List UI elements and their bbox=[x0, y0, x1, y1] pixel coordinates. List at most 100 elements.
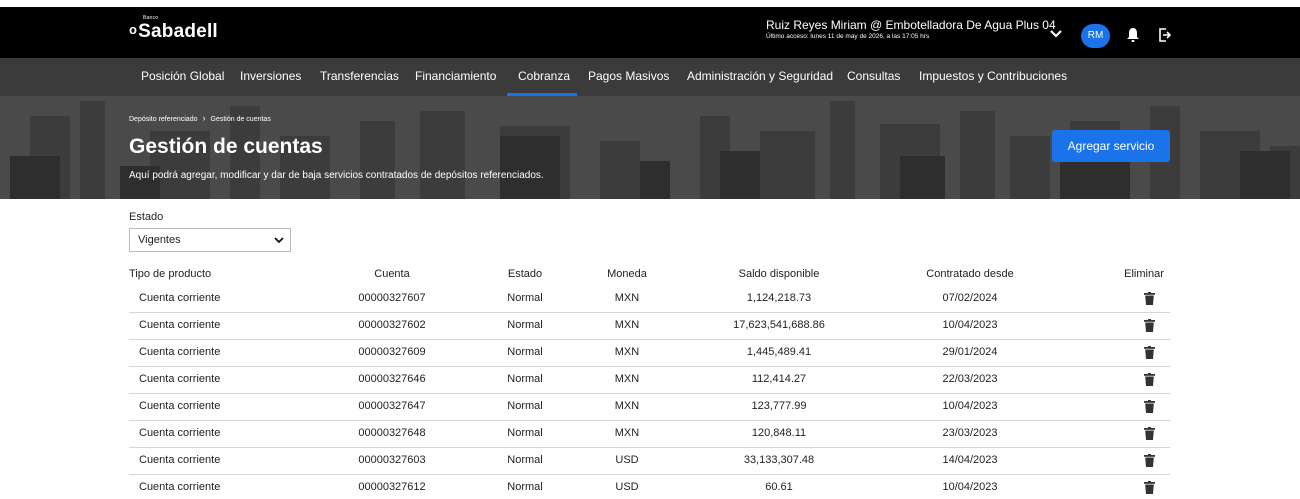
column-header-tipo: Tipo de producto bbox=[129, 268, 212, 280]
cell-moneda: USD bbox=[615, 481, 639, 493]
add-service-button[interactable]: Agregar servicio bbox=[1052, 130, 1170, 162]
last-access: Último acceso: lunes 11 de may de 2026, … bbox=[766, 33, 930, 40]
column-header-cuenta: Cuenta bbox=[374, 268, 410, 280]
chevron-down-icon bbox=[274, 237, 284, 244]
table-row: Cuenta corriente 00000327609 Normal MXN … bbox=[129, 340, 1170, 367]
logo-banco-text: Banco bbox=[143, 15, 159, 21]
cell-moneda: MXN bbox=[614, 319, 640, 331]
estado-filter-label: Estado bbox=[129, 211, 164, 223]
breadcrumb-item-deposito[interactable]: Depósito referenciado bbox=[129, 116, 198, 123]
column-header-saldo: Saldo disponible bbox=[738, 268, 820, 280]
cell-estado: Normal bbox=[507, 346, 543, 358]
cell-estado: Normal bbox=[507, 454, 543, 466]
trash-icon[interactable] bbox=[1144, 427, 1155, 440]
cell-estado: Normal bbox=[507, 292, 543, 304]
trash-icon[interactable] bbox=[1144, 400, 1155, 413]
column-header-eliminar: Eliminar bbox=[1124, 268, 1164, 280]
logo-text: Sabadell bbox=[138, 21, 218, 42]
table-row: Cuenta corriente 00000327647 Normal MXN … bbox=[129, 394, 1170, 421]
cell-cuenta: 00000327609 bbox=[358, 346, 426, 358]
logo-mark-icon: o bbox=[129, 22, 138, 37]
cell-saldo: 1,445,489.41 bbox=[746, 346, 812, 358]
cell-desde: 10/04/2023 bbox=[942, 400, 998, 412]
cell-desde: 10/04/2023 bbox=[942, 481, 998, 493]
cell-moneda: MXN bbox=[614, 292, 640, 304]
estado-select[interactable]: Vigentes bbox=[129, 228, 291, 252]
cell-cuenta: 00000327603 bbox=[358, 454, 426, 466]
cell-desde: 14/04/2023 bbox=[942, 454, 998, 466]
nav-item-inversiones[interactable]: Inversiones bbox=[240, 69, 301, 83]
cell-desde: 23/03/2023 bbox=[942, 427, 998, 439]
cell-saldo: 33,133,307.48 bbox=[743, 454, 815, 466]
column-header-estado: Estado bbox=[507, 268, 543, 280]
page: Banco oSabadell Ruiz Reyes Miriam @ Embo… bbox=[0, 0, 1300, 499]
cell-cuenta: 00000327612 bbox=[358, 481, 426, 493]
page-title: Gestión de cuentas bbox=[129, 135, 323, 158]
cell-cuenta: 00000327648 bbox=[358, 427, 426, 439]
trash-icon[interactable] bbox=[1144, 481, 1155, 494]
page-subtitle: Aquí podrá agregar, modificar y dar de b… bbox=[129, 170, 544, 181]
table-row: Cuenta corriente 00000327646 Normal MXN … bbox=[129, 367, 1170, 394]
nav-item-impuestos[interactable]: Impuestos y Contribuciones bbox=[919, 69, 1067, 83]
cell-saldo: 17,623,541,688.86 bbox=[733, 319, 825, 331]
cell-estado: Normal bbox=[507, 400, 543, 412]
cell-estado: Normal bbox=[507, 319, 543, 331]
table-row: Cuenta corriente 00000327602 Normal MXN … bbox=[129, 313, 1170, 340]
cell-moneda: MXN bbox=[614, 373, 640, 385]
user-info: Ruiz Reyes Miriam @ Embotelladora De Agu… bbox=[766, 18, 1056, 40]
nav-item-posicion-global[interactable]: Posición Global bbox=[141, 69, 224, 83]
nav-item-consultas[interactable]: Consultas bbox=[847, 69, 900, 83]
bell-icon[interactable] bbox=[1126, 27, 1140, 43]
cell-estado: Normal bbox=[507, 427, 543, 439]
cell-cuenta: 00000327647 bbox=[358, 400, 426, 412]
column-header-contratado: Contratado desde bbox=[926, 268, 1014, 280]
user-menu-chevron-icon[interactable] bbox=[1048, 26, 1064, 42]
cell-desde: 29/01/2024 bbox=[942, 346, 998, 358]
cell-saldo: 120,848.11 bbox=[751, 427, 807, 439]
cell-tipo: Cuenta corriente bbox=[139, 373, 221, 385]
cell-tipo: Cuenta corriente bbox=[139, 481, 221, 493]
cell-desde: 10/04/2023 bbox=[942, 319, 998, 331]
nav-item-transferencias[interactable]: Transferencias bbox=[320, 69, 399, 83]
breadcrumb-item-current: Gestión de cuentas bbox=[210, 116, 271, 123]
trash-icon[interactable] bbox=[1144, 346, 1155, 359]
cell-saldo: 1,124,218.73 bbox=[746, 292, 812, 304]
sabadell-logo[interactable]: Banco oSabadell bbox=[129, 15, 218, 43]
main-nav: Posición Global Inversiones Transferenci… bbox=[0, 58, 1300, 96]
breadcrumb: Depósito referenciado › Gestión de cuentas bbox=[129, 113, 271, 123]
cell-moneda: MXN bbox=[614, 346, 640, 358]
nav-item-administracion-seguridad[interactable]: Administración y Seguridad bbox=[687, 69, 833, 83]
cell-saldo: 60.61 bbox=[765, 481, 793, 493]
cell-cuenta: 00000327607 bbox=[358, 292, 426, 304]
column-header-moneda: Moneda bbox=[607, 268, 647, 280]
table-row: Cuenta corriente 00000327603 Normal USD … bbox=[129, 448, 1170, 475]
nav-item-cobranza[interactable]: Cobranza bbox=[518, 69, 570, 83]
cell-saldo: 112,414.27 bbox=[751, 373, 807, 385]
breadcrumb-separator-icon: › bbox=[202, 113, 206, 123]
cell-estado: Normal bbox=[507, 373, 543, 385]
avatar[interactable]: RM bbox=[1081, 24, 1110, 48]
cell-cuenta: 00000327646 bbox=[358, 373, 426, 385]
cell-moneda: MXN bbox=[614, 400, 640, 412]
table-row: Cuenta corriente 00000327612 Normal USD … bbox=[129, 475, 1170, 499]
trash-icon[interactable] bbox=[1144, 454, 1155, 467]
top-bar: Banco oSabadell Ruiz Reyes Miriam @ Embo… bbox=[0, 7, 1300, 58]
trash-icon[interactable] bbox=[1144, 319, 1155, 332]
trash-icon[interactable] bbox=[1144, 292, 1155, 305]
user-name: Ruiz Reyes Miriam @ Embotelladora De Agu… bbox=[766, 18, 1056, 32]
logout-icon[interactable] bbox=[1157, 27, 1172, 43]
trash-icon[interactable] bbox=[1144, 373, 1155, 386]
cell-tipo: Cuenta corriente bbox=[139, 346, 221, 358]
table-row: Cuenta corriente 00000327648 Normal MXN … bbox=[129, 421, 1170, 448]
table-row: Cuenta corriente 00000327607 Normal MXN … bbox=[129, 286, 1170, 313]
cell-moneda: USD bbox=[615, 454, 639, 466]
nav-item-financiamiento[interactable]: Financiamiento bbox=[415, 69, 496, 83]
cell-tipo: Cuenta corriente bbox=[139, 400, 221, 412]
estado-select-value: Vigentes bbox=[138, 234, 181, 246]
cell-tipo: Cuenta corriente bbox=[139, 454, 221, 466]
cell-cuenta: 00000327602 bbox=[358, 319, 426, 331]
cell-tipo: Cuenta corriente bbox=[139, 292, 221, 304]
cell-estado: Normal bbox=[507, 481, 543, 493]
cell-moneda: MXN bbox=[614, 427, 640, 439]
nav-item-pagos-masivos[interactable]: Pagos Masivos bbox=[588, 69, 669, 83]
